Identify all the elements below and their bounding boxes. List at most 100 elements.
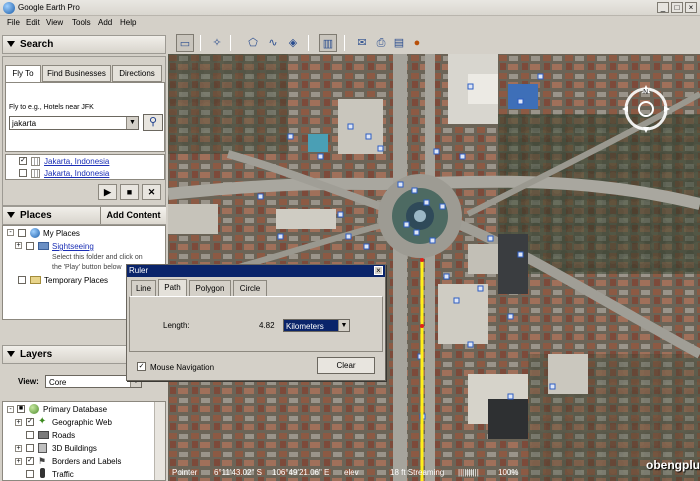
earth-icon[interactable]: ● xyxy=(408,34,426,52)
mouse-navigation-checkbox[interactable]: ✓ xyxy=(137,362,146,371)
layer-geographic-web[interactable]: Geographic Web xyxy=(52,418,112,427)
clear-button[interactable]: Clear xyxy=(317,357,375,374)
flag-icon: ⚑ xyxy=(38,456,47,466)
layer-traffic[interactable]: Traffic xyxy=(52,470,74,479)
search-result-1[interactable]: Jakarta, Indonesia xyxy=(44,157,109,166)
expand-icon[interactable]: + xyxy=(15,458,22,465)
minimize-button[interactable]: _ xyxy=(657,2,669,13)
geographic-web-icon: ✦ xyxy=(38,416,47,427)
folder-icon xyxy=(30,276,41,284)
expand-icon[interactable]: + xyxy=(15,445,22,452)
layer-checkbox[interactable]: ■ xyxy=(17,405,25,413)
result-checkbox[interactable] xyxy=(19,169,27,177)
sightseeing-checkbox[interactable] xyxy=(26,242,34,250)
clear-results-button[interactable]: ✕ xyxy=(142,184,161,200)
window-title: Google Earth Pro xyxy=(18,3,80,12)
toolbar: ▭ ✧ ⬠ ∿ ◈ ▥ ✉ ⎙ ▤ ● xyxy=(168,32,700,54)
polygon-icon[interactable]: ⬠ xyxy=(244,34,262,52)
menu-add[interactable]: Add xyxy=(98,18,112,27)
title-bar: Google Earth Pro _ □ × xyxy=(0,0,700,16)
unit-select[interactable]: Kilometers ▼ xyxy=(283,319,350,332)
search-button[interactable]: ⚲ xyxy=(143,114,163,131)
layer-checkbox[interactable] xyxy=(26,470,34,478)
search-result-2[interactable]: Jakarta, Indonesia xyxy=(44,169,109,178)
search-input-value: jakarta xyxy=(12,119,37,128)
expand-icon[interactable]: + xyxy=(15,419,22,426)
dropdown-arrow-icon[interactable]: ▼ xyxy=(126,117,138,129)
unit-select-value: Kilometers xyxy=(286,322,324,331)
expand-icon[interactable]: - xyxy=(7,406,14,413)
search-input[interactable]: jakarta ▼ xyxy=(9,116,139,130)
layer-checkbox[interactable]: ✓ xyxy=(26,418,34,426)
places-panel-header[interactable]: Places Add Content xyxy=(2,206,166,225)
folder-icon xyxy=(38,242,49,250)
layer-3d-buildings[interactable]: 3D Buildings xyxy=(52,444,97,453)
elevation-label: elev xyxy=(344,468,359,477)
collapse-triangle-icon xyxy=(7,351,15,357)
length-value: 4.82 xyxy=(259,321,275,330)
temporary-checkbox[interactable] xyxy=(18,276,26,284)
search-results-list: ✓ Jakarta, Indonesia Jakarta, Indonesia xyxy=(5,154,165,180)
status-bar: Pointer 6°11'43.02" S 106°49'21.06" E el… xyxy=(168,466,700,481)
ruler-tab-circle[interactable]: Circle xyxy=(233,280,267,296)
ruler-title: Ruler xyxy=(129,266,149,275)
layer-checkbox[interactable] xyxy=(26,431,34,439)
map-result-icon xyxy=(31,157,40,166)
expand-icon[interactable]: - xyxy=(7,229,14,236)
layer-checkbox[interactable]: ✓ xyxy=(26,457,34,465)
tab-find-businesses[interactable]: Find Businesses xyxy=(42,65,111,82)
menu-help[interactable]: Help xyxy=(120,18,136,27)
placemark-icon[interactable]: ✧ xyxy=(208,34,226,52)
expand-icon[interactable]: + xyxy=(15,242,22,249)
menu-file[interactable]: File xyxy=(7,18,20,27)
length-label: Length: xyxy=(163,321,190,330)
stop-button[interactable]: ■ xyxy=(120,184,139,200)
ruler-tab-polygon[interactable]: Polygon xyxy=(189,280,231,296)
layer-borders-labels[interactable]: Borders and Labels xyxy=(52,457,121,466)
places-heading: Places xyxy=(20,210,52,221)
ruler-dialog: Ruler × Line Path Polygon Circle Length:… xyxy=(126,264,386,381)
result-checkbox[interactable]: ✓ xyxy=(19,157,27,165)
layer-primary-database[interactable]: Primary Database xyxy=(43,405,107,414)
ruler-tab-line[interactable]: Line xyxy=(131,280,156,296)
google-earth-app-icon xyxy=(3,2,15,14)
add-content-button[interactable]: Add Content xyxy=(100,207,166,224)
play-button[interactable]: ▶ xyxy=(98,184,117,200)
layers-tree: - ■ Primary Database + ✓ ✦ Geographic We… xyxy=(2,401,166,481)
ruler-close-button[interactable]: × xyxy=(374,266,383,275)
streaming-percent: 100% xyxy=(498,468,519,477)
tab-directions[interactable]: Directions xyxy=(112,65,162,82)
view-select-value: Core xyxy=(49,378,67,387)
roads-icon xyxy=(38,431,49,439)
layers-heading: Layers xyxy=(20,349,53,360)
close-button[interactable]: × xyxy=(685,2,697,13)
sidebar-toggle-icon[interactable]: ▭ xyxy=(176,34,194,52)
places-checkbox[interactable] xyxy=(18,229,26,237)
maximize-button[interactable]: □ xyxy=(671,2,683,13)
sightseeing-note-1: Select this folder and click on xyxy=(52,254,143,261)
menu-tools[interactable]: Tools xyxy=(72,18,91,27)
menu-edit[interactable]: Edit xyxy=(26,18,40,27)
maps-icon[interactable]: ▤ xyxy=(390,34,408,52)
my-places-label[interactable]: My Places xyxy=(43,229,80,238)
layer-roads[interactable]: Roads xyxy=(52,431,75,440)
view-label: View: xyxy=(18,377,39,386)
temporary-places-label[interactable]: Temporary Places xyxy=(44,276,108,285)
sightseeing-link[interactable]: Sightseeing xyxy=(52,242,94,251)
dropdown-arrow-icon[interactable]: ▼ xyxy=(338,320,349,331)
svg-text:N: N xyxy=(643,88,648,96)
path-icon[interactable]: ∿ xyxy=(264,34,282,52)
email-icon[interactable]: ✉ xyxy=(353,34,371,52)
traffic-light-icon xyxy=(40,468,45,478)
search-heading: Search xyxy=(20,39,54,50)
menu-view[interactable]: View xyxy=(46,18,63,27)
layer-checkbox[interactable] xyxy=(26,444,34,452)
overlay-icon[interactable]: ◈ xyxy=(284,34,302,52)
search-panel-header[interactable]: Search xyxy=(2,35,166,54)
tab-fly-to[interactable]: Fly To xyxy=(5,65,41,82)
ruler-icon[interactable]: ▥ xyxy=(319,34,337,52)
ruler-tab-path[interactable]: Path xyxy=(158,279,187,297)
print-icon[interactable]: ⎙ xyxy=(372,34,390,52)
layers-scrollbar[interactable] xyxy=(154,402,165,480)
ruler-title-bar[interactable]: Ruler xyxy=(127,265,385,277)
